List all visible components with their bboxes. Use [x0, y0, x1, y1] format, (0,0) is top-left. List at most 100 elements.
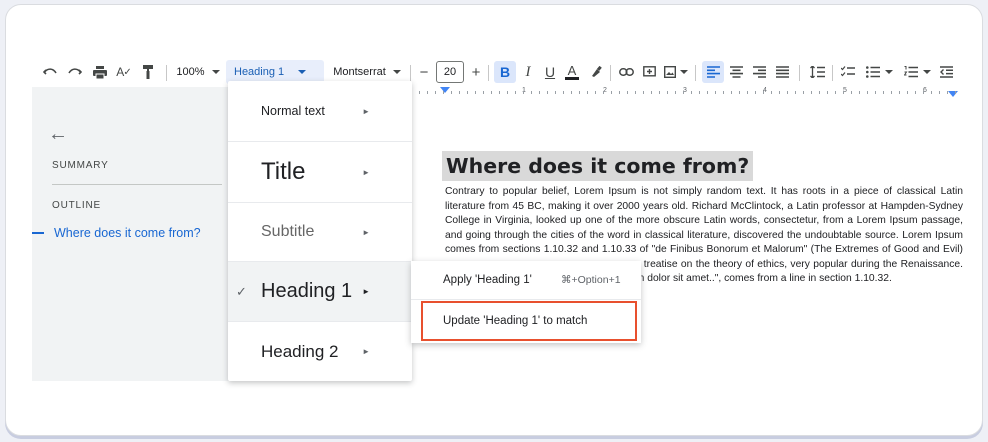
ruler-tick: [547, 91, 548, 94]
decrease-indent-icon[interactable]: [936, 57, 956, 87]
menu-item-normal-text[interactable]: Normal text ►: [228, 81, 412, 141]
ruler-tick: [675, 91, 676, 94]
document-outline-panel: ← SUMMARY OUTLINE Where does it come fro…: [32, 87, 229, 381]
ruler-tick: [827, 91, 828, 94]
toolbar-divider: [799, 65, 800, 81]
ruler-tick: [579, 91, 580, 94]
submenu-divider: [411, 299, 641, 300]
chevron-down-icon: [680, 70, 688, 74]
zoom-dropdown[interactable]: 100%: [174, 57, 222, 87]
toolbar-divider: [410, 65, 411, 81]
left-indent-marker[interactable]: [440, 87, 450, 93]
ruler-tick: [515, 91, 516, 94]
document-heading[interactable]: Where does it come from?: [442, 151, 754, 181]
submenu-arrow-icon: ►: [362, 347, 370, 356]
style-value: Heading 1: [234, 66, 285, 78]
ruler-tick: [779, 91, 780, 94]
active-marker: [32, 232, 44, 234]
comment-icon[interactable]: [639, 57, 659, 87]
summary-label: SUMMARY: [52, 160, 109, 171]
zoom-value: 100%: [176, 66, 205, 78]
ruler-tick: [803, 91, 804, 94]
ruler-tick: [955, 91, 956, 94]
ruler-tick: [851, 91, 852, 94]
spellcheck-icon[interactable]: A ✓: [114, 57, 134, 87]
ruler-tick: [587, 91, 588, 94]
text-color-swatch: [565, 76, 579, 80]
text-color-button[interactable]: A: [562, 57, 582, 87]
ruler-tick: [595, 91, 596, 94]
ruler-tick: [611, 91, 612, 94]
bold-button[interactable]: B: [494, 61, 516, 83]
right-indent-marker[interactable]: [948, 91, 958, 97]
ruler-tick: [691, 91, 692, 94]
align-left-icon[interactable]: [702, 61, 724, 83]
align-center-icon[interactable]: [726, 57, 746, 87]
line-spacing-icon[interactable]: [806, 57, 828, 87]
increase-font-size-button[interactable]: +: [467, 61, 485, 83]
numbered-list-icon[interactable]: [900, 57, 934, 87]
menu-item-label: Heading 1: [261, 280, 353, 302]
highlight-color-icon[interactable]: [586, 57, 606, 87]
menu-item-heading-1[interactable]: ✓ Heading 1 ►: [228, 262, 412, 321]
align-justify-icon[interactable]: [772, 57, 792, 87]
menu-item-heading-2[interactable]: Heading 2 ►: [228, 322, 412, 381]
back-arrow-icon[interactable]: ←: [48, 123, 68, 146]
ruler-tick: [811, 91, 812, 94]
chevron-down-icon: [922, 70, 931, 74]
ruler-tick: [771, 91, 772, 94]
insert-image-icon[interactable]: [662, 57, 690, 87]
menu-item-subtitle[interactable]: Subtitle ►: [228, 203, 412, 261]
ruler-tick: [915, 91, 916, 94]
ruler-tick: [475, 91, 476, 94]
menu-item-label: Heading 2: [261, 341, 339, 361]
outline-divider: [52, 184, 222, 185]
underline-button[interactable]: U: [540, 57, 560, 87]
ruler-tick: [491, 91, 492, 94]
ruler-tick: [555, 91, 556, 94]
toolbar-divider: [695, 65, 696, 81]
ruler-tick: [427, 91, 428, 94]
menu-item-label: Title: [261, 158, 306, 185]
font-value: Montserrat: [333, 66, 386, 78]
toolbar-divider: [166, 65, 167, 81]
chevron-down-icon: [211, 70, 220, 74]
ruler-tick: [859, 91, 860, 94]
menu-item-label: Subtitle: [261, 223, 315, 240]
ruler-tick: [707, 91, 708, 94]
submenu-arrow-icon: ►: [362, 227, 370, 237]
outline-item-label: Where does it come from?: [54, 226, 201, 240]
ruler-tick: [947, 91, 948, 94]
outline-item[interactable]: Where does it come from?: [32, 226, 201, 240]
apply-heading-1-item[interactable]: Apply 'Heading 1': [443, 274, 532, 286]
apply-shortcut: ⌘+Option+1: [561, 274, 621, 286]
decrease-font-size-button[interactable]: −: [415, 61, 433, 83]
bulleted-list-icon[interactable]: [862, 57, 896, 87]
ruler-tick: [523, 91, 524, 94]
link-icon[interactable]: [616, 57, 636, 87]
ruler-tick: [667, 91, 668, 94]
ruler-tick: [531, 91, 532, 94]
ruler-tick: [459, 91, 460, 94]
italic-button[interactable]: I: [518, 57, 538, 87]
ruler-tick: [419, 91, 420, 94]
checkmark-icon: ✓: [236, 283, 247, 299]
ruler-tick: [939, 91, 940, 94]
paint-format-icon[interactable]: [138, 57, 158, 87]
menu-item-title[interactable]: Title ►: [228, 142, 412, 202]
ruler-tick: [819, 91, 820, 94]
ruler-tick: [651, 91, 652, 94]
toolbar: A ✓ 100% Heading 1 Montserrat − 20 + B I …: [6, 57, 982, 87]
align-right-icon[interactable]: [749, 57, 769, 87]
ruler-tick: [603, 91, 604, 94]
print-icon[interactable]: [90, 57, 110, 87]
ruler-tick: [731, 91, 732, 94]
checklist-icon[interactable]: [838, 57, 858, 87]
font-size-input[interactable]: 20: [436, 61, 464, 83]
ruler-tick: [739, 91, 740, 94]
undo-icon[interactable]: [40, 57, 60, 87]
redo-icon[interactable]: [65, 57, 85, 87]
ruler-tick: [499, 91, 500, 94]
ruler-tick: [451, 91, 452, 94]
ruler-tick: [563, 91, 564, 94]
